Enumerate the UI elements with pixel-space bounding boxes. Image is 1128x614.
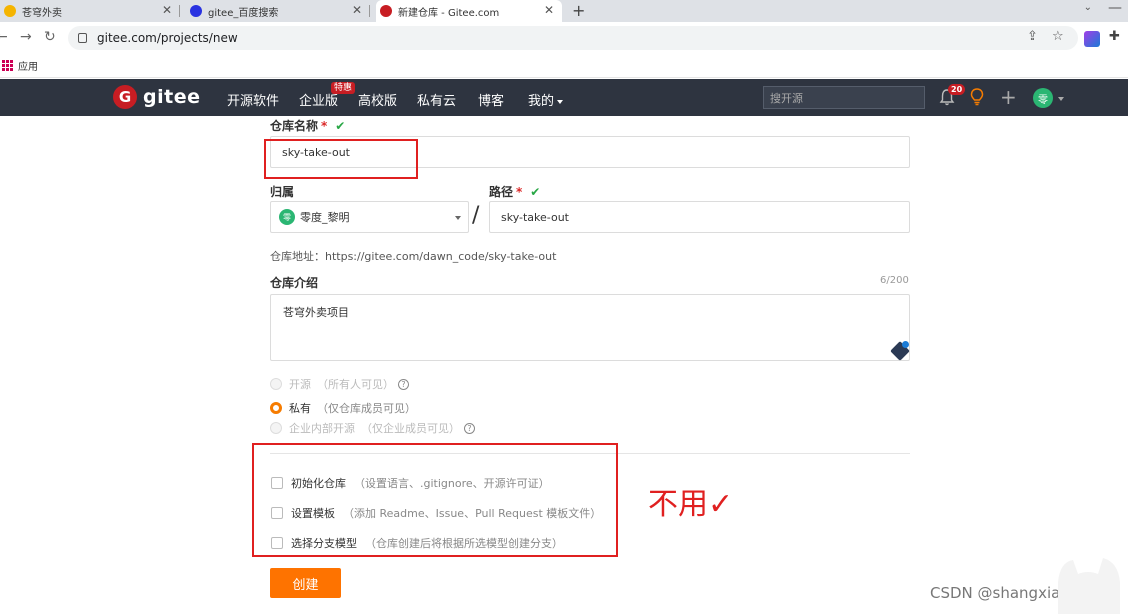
check-icon: ✔ (530, 185, 541, 199)
nav-education[interactable]: 高校版 (358, 90, 397, 109)
path-label-text: 路径 (489, 185, 514, 199)
url-field[interactable]: gitee.com/projects/new (68, 26, 1078, 50)
browser-tab-bar: 苍穹外卖 ✕ gitee_百度搜索 ✕ 新建仓库 - Gitee.com ✕ +… (0, 0, 1128, 22)
gitee-logo-icon: G (113, 85, 137, 109)
visibility-note: （仅企业成员可见） (361, 422, 460, 435)
user-avatar[interactable]: 零 (1033, 88, 1053, 108)
path-input[interactable]: sky-take-out (489, 201, 910, 233)
tab-title: gitee_百度搜索 (208, 7, 279, 19)
intro-char-counter: 6/200 (880, 275, 909, 286)
visibility-label: 开源 (289, 378, 311, 391)
owner-value: 零度_黎明 (300, 211, 350, 224)
handwritten-annotation: 不用✓ (648, 487, 734, 522)
check-icon: ✔ (335, 119, 346, 133)
tab-close-icon[interactable]: ✕ (162, 3, 172, 17)
required-asterisk: * (321, 119, 328, 133)
browser-tab-2[interactable]: gitee_百度搜索 ✕ (186, 0, 370, 22)
chevron-down-icon (455, 216, 461, 220)
red-highlight-box (264, 139, 418, 179)
nav-private-cloud[interactable]: 私有云 (417, 90, 456, 109)
gitee-logo[interactable]: G gitee (113, 85, 200, 109)
help-icon[interactable]: ? (398, 378, 409, 390)
browser-tab-1[interactable]: 苍穹外卖 ✕ (0, 0, 180, 22)
notification-count-badge: 20 (948, 84, 966, 95)
browser-tab-3[interactable]: 新建仓库 - Gitee.com ✕ (376, 0, 562, 22)
gitee-header: G gitee 开源软件 企业版 特惠 高校版 私有云 博客 我的 搜开源 20… (0, 79, 1128, 116)
red-highlight-box (252, 443, 618, 557)
visibility-label: 企业内部开源 (289, 422, 355, 435)
chevron-down-icon (557, 99, 564, 104)
tab-title: 苍穹外卖 (22, 7, 62, 19)
share-icon[interactable]: ⇪ (1027, 29, 1038, 44)
create-button[interactable]: 创建 (270, 568, 341, 598)
tab-close-icon[interactable]: ✕ (352, 3, 362, 17)
apps-grid-icon (2, 60, 13, 71)
tab-favicon-icon (4, 5, 16, 17)
assistant-status-dot (902, 341, 909, 348)
visibility-public[interactable]: 开源 （所有人可见） ? (270, 376, 409, 392)
owner-label: 归属 (270, 185, 295, 199)
visibility-enterprise[interactable]: 企业内部开源 （仅企业成员可见） ? (270, 420, 475, 436)
back-arrow-icon[interactable]: ← (0, 29, 8, 45)
hot-deal-badge: 特惠 (331, 82, 356, 94)
forward-arrow-icon[interactable]: → (20, 29, 32, 45)
bookmark-star-icon[interactable]: ☆ (1052, 29, 1064, 44)
bookmark-apps[interactable]: 应用 (18, 58, 38, 73)
url-text: gitee.com/projects/new (97, 31, 238, 45)
lock-icon (78, 33, 87, 43)
reload-icon[interactable]: ↻ (44, 29, 56, 45)
path-label: 路径 * ✔ (489, 183, 540, 200)
owner-select[interactable]: 零 零度_黎明 (270, 201, 469, 233)
gitee-logo-text: gitee (143, 86, 201, 108)
path-value: sky-take-out (501, 210, 569, 224)
tab-title: 新建仓库 - Gitee.com (398, 7, 500, 19)
tab-close-icon[interactable]: ✕ (544, 3, 554, 17)
radio-button[interactable] (270, 422, 282, 434)
repo-intro-label: 仓库介绍 (270, 276, 319, 290)
repo-name-label: 仓库名称 * ✔ (270, 117, 345, 134)
visibility-note: （所有人可见） (317, 378, 394, 391)
corner-mascot-icon (1058, 558, 1120, 614)
owner-avatar: 零 (279, 209, 295, 225)
radio-button-selected[interactable] (270, 402, 282, 414)
lightbulb-icon[interactable] (970, 88, 984, 106)
search-placeholder: 搜开源 (770, 91, 803, 105)
visibility-private[interactable]: 私有 （仅仓库成员可见） (270, 400, 416, 416)
repo-intro-textarea[interactable]: 苍穹外卖项目 (270, 294, 910, 361)
plus-icon[interactable]: + (1000, 85, 1017, 109)
nav-blog[interactable]: 博客 (478, 90, 504, 109)
new-tab-icon[interactable]: + (572, 1, 585, 20)
header-search-input[interactable]: 搜开源 (763, 86, 925, 109)
tab-favicon-icon (190, 5, 202, 17)
nav-mine-label: 我的 (528, 94, 555, 109)
puzzle-extensions-icon[interactable]: ✚ (1109, 29, 1120, 44)
visibility-note: （仅仓库成员可见） (317, 402, 416, 415)
window-minimize-icon[interactable]: — (1108, 0, 1122, 16)
tab-search-chevron-icon[interactable]: ⌄ (1084, 2, 1092, 13)
repo-name-label-text: 仓库名称 (270, 119, 319, 133)
nav-open-source[interactable]: 开源软件 (227, 90, 279, 109)
radio-button[interactable] (270, 378, 282, 390)
avatar-chevron-down-icon[interactable] (1058, 97, 1064, 101)
extension-icon[interactable] (1084, 31, 1100, 47)
address-bar-row: ← → ↻ gitee.com/projects/new ⇪ ☆ ✚ (0, 22, 1128, 54)
tab-favicon-icon (380, 5, 392, 17)
required-asterisk: * (516, 185, 523, 199)
help-icon[interactable]: ? (464, 422, 475, 434)
visibility-label: 私有 (289, 402, 311, 415)
repo-intro-value: 苍穹外卖项目 (283, 306, 349, 319)
path-separator: / (472, 203, 480, 228)
repo-address-hint: 仓库地址：https://gitee.com/dawn_code/sky-tak… (270, 250, 557, 263)
nav-mine[interactable]: 我的 (528, 90, 564, 109)
bookmarks-bar: 应用 (0, 54, 1128, 78)
